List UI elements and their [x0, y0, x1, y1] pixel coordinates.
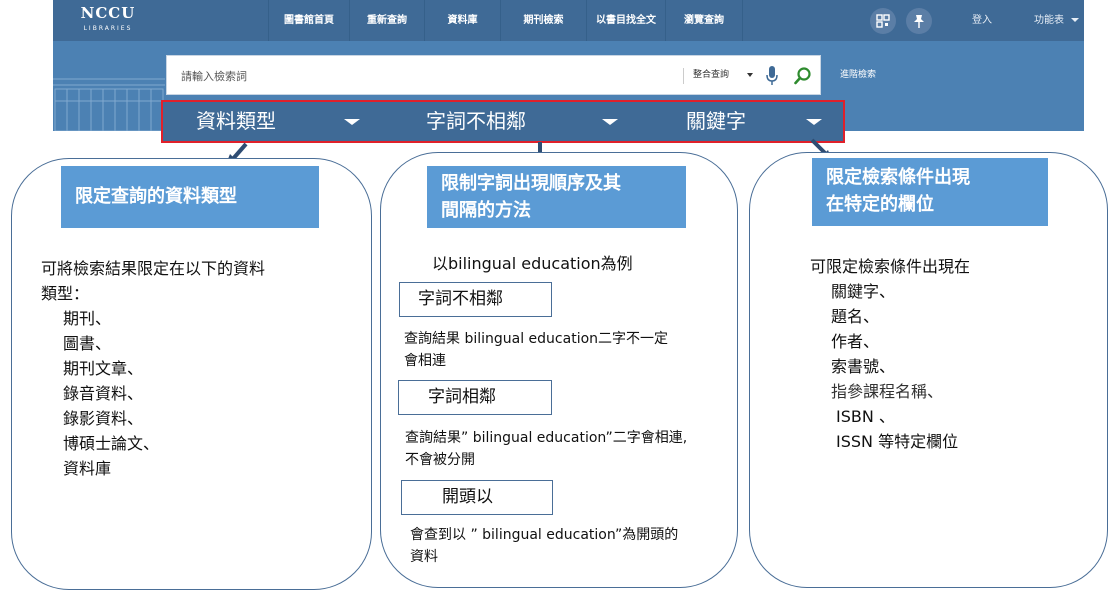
list-item: 圖書、: [63, 334, 112, 353]
option-label-adjacent: 字詞相鄰: [398, 380, 552, 415]
list-item: ISSN 等特定欄位: [836, 432, 959, 451]
filter-word-proximity[interactable]: 字詞不相鄰: [426, 102, 526, 141]
option-desc-not-adjacent: 查詢結果 bilingual education二字不一定 會相連: [404, 328, 668, 372]
desc-line: 查詢結果” bilingual education”二字會相連,: [405, 430, 688, 446]
desc-line: 會查到以 ” bilingual education”為開頭的: [410, 527, 679, 543]
option-label-starts-with: 開頭以: [401, 480, 553, 515]
search-bar: 整合查詢: [166, 55, 821, 96]
chevron-down-icon: [1071, 18, 1080, 22]
list-item: 錄音資料、: [63, 384, 144, 403]
heading-line: 間隔的方法: [441, 200, 531, 221]
list-item: 錄影資料、: [63, 409, 144, 428]
nav-journal-search[interactable]: 期刊檢索: [501, 0, 586, 41]
nav-new-search[interactable]: 重新查詢: [350, 0, 424, 41]
nav-fulltext-finder[interactable]: 以書目找全文: [587, 0, 665, 41]
intro-line: 可將檢索結果限定在以下的資料: [41, 259, 266, 278]
list-item: 索書號、: [831, 357, 896, 376]
caret-down-icon: [602, 119, 618, 125]
filter-material-type[interactable]: 資料類型: [196, 102, 276, 141]
logo-main: NCCU: [80, 4, 136, 22]
option-label-not-adjacent: 字詞不相鄰: [399, 282, 552, 317]
heading-material-type: 限定查詢的資料類型: [61, 166, 319, 228]
advanced-search-link[interactable]: 進階檢索: [840, 55, 876, 95]
nav-databases[interactable]: 資料庫: [425, 0, 500, 41]
example-text: 以bilingual education為例: [432, 254, 633, 273]
list-item: 作者、: [831, 332, 880, 351]
filter-field[interactable]: 關鍵字: [686, 102, 746, 141]
desc-line: 資料: [410, 549, 438, 565]
option-desc-starts-with: 會查到以 ” bilingual education”為開頭的 資料: [410, 524, 678, 568]
list-item: 題名、: [831, 307, 880, 326]
heading-line: 在特定的欄位: [826, 194, 934, 215]
nav-library-home[interactable]: 圖書館首頁: [269, 0, 349, 41]
list-item: 博碩士論文、: [63, 434, 160, 453]
search-icon[interactable]: [793, 66, 813, 86]
intro-line: 類型：: [41, 284, 90, 303]
heading-field-limit: 限定檢索條件出現 在特定的欄位: [812, 158, 1048, 226]
search-scope-select[interactable]: 整合查詢: [693, 56, 729, 94]
microphone-icon[interactable]: [765, 65, 779, 87]
logo-sub: LIBRARIES: [83, 25, 133, 32]
list-item: 指參課程名稱、: [831, 382, 944, 401]
material-type-list: 期刊、 圖書、 期刊文章、 錄音資料、 錄影資料、 博碩士論文、 資料庫: [63, 306, 159, 481]
desc-line: 查詢結果 bilingual education二字不一定: [404, 331, 669, 347]
building-illustration: [53, 78, 165, 131]
field-limit-intro: 可限定檢索條件出現在: [810, 257, 971, 276]
field-list: 關鍵字、 題名、 作者、 索書號、 指參課程名稱、 ISBN 、 ISSN 等特…: [831, 279, 958, 454]
heading-line: 限制字詞出現順序及其: [441, 173, 621, 194]
list-item: 期刊文章、: [63, 359, 144, 378]
filter-bar-highlight: 資料類型 字詞不相鄰 關鍵字: [161, 100, 845, 143]
scope-divider: [683, 68, 684, 84]
search-input[interactable]: [179, 56, 663, 96]
material-type-intro: 可將檢索結果限定在以下的資料 類型：: [41, 256, 265, 306]
nccu-logo[interactable]: NCCU LIBRARIES: [73, 5, 143, 35]
list-item: 資料庫: [63, 459, 112, 478]
top-navbar: NCCU LIBRARIES 圖書館首頁 重新查詢 資料庫 期刊檢索 以書目找全…: [53, 0, 1084, 41]
menu-label: 功能表: [1034, 15, 1064, 26]
nav-browse[interactable]: 瀏覽查詢: [666, 0, 742, 41]
list-item: 期刊、: [63, 309, 112, 328]
desc-line: 不會被分開: [405, 452, 475, 468]
heading-word-proximity: 限制字詞出現順序及其 間隔的方法: [427, 166, 686, 228]
heading-line: 限定檢索條件出現: [826, 167, 970, 188]
qrcode-icon[interactable]: [870, 8, 896, 34]
nav-separator: [742, 0, 743, 41]
menu-button[interactable]: 功能表: [1034, 0, 1080, 41]
list-item: 關鍵字、: [831, 282, 896, 301]
list-item: ISBN 、: [836, 407, 895, 426]
caret-down-icon: [806, 119, 822, 125]
caret-down-icon: [344, 119, 360, 125]
pin-icon[interactable]: [906, 8, 932, 34]
desc-line: 會相連: [404, 353, 446, 369]
option-desc-adjacent: 查詢結果” bilingual education”二字會相連, 不會被分開: [405, 427, 687, 471]
login-link[interactable]: 登入: [972, 0, 992, 41]
caret-down-icon: [747, 73, 753, 77]
